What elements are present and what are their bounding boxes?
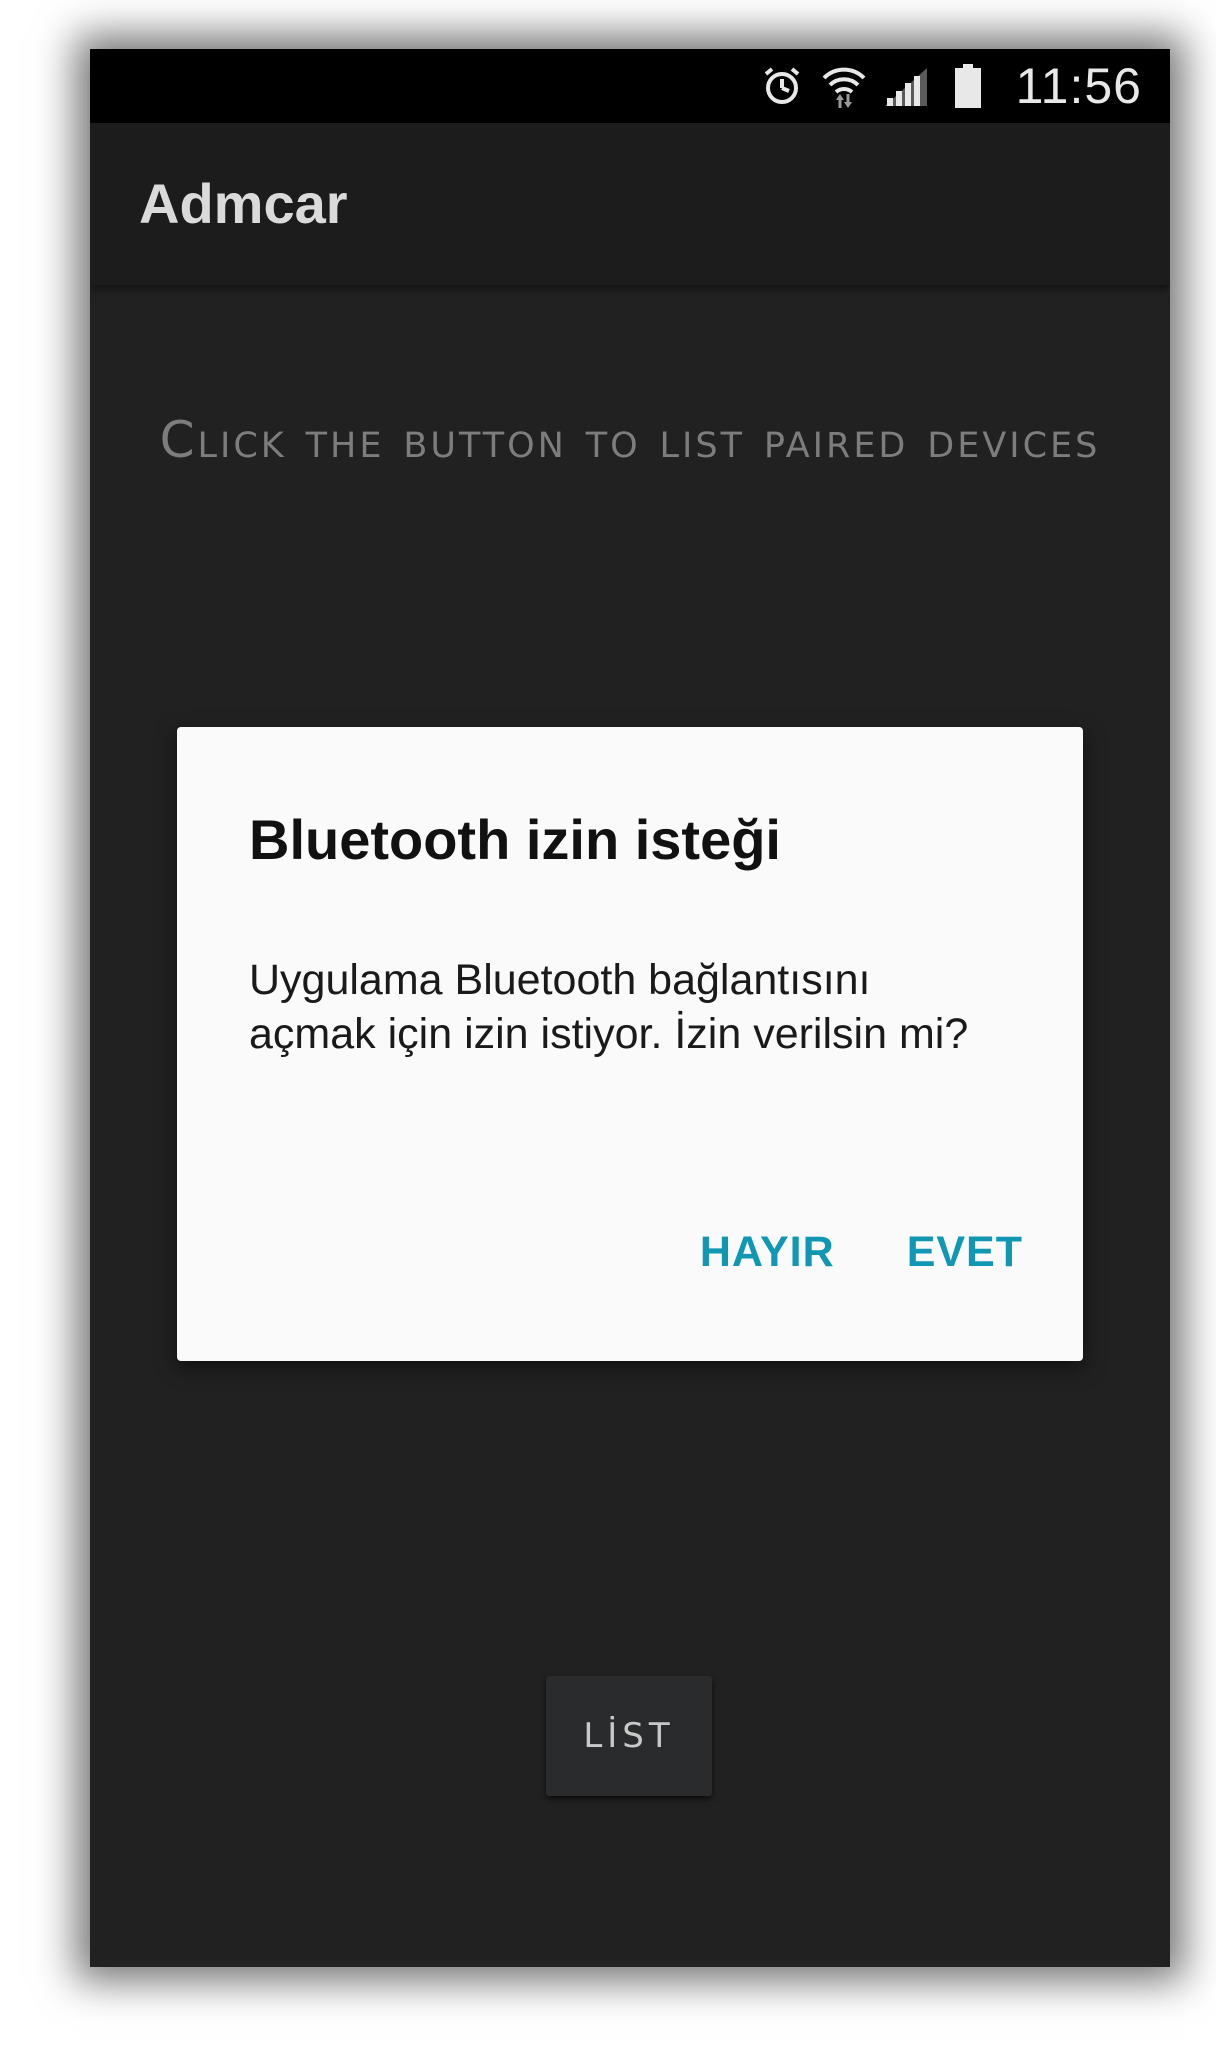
- dialog-message: Uygulama Bluetooth bağlantısını açmak iç…: [249, 956, 969, 1058]
- dialog-title: Bluetooth izin isteği: [249, 808, 781, 871]
- wifi-icon: [820, 62, 868, 110]
- app-title: Admcar: [139, 172, 348, 235]
- status-icons: 11:56: [758, 49, 1142, 123]
- status-bar: 11:56: [90, 49, 1170, 123]
- page: 11:56 Admcar Click the button to list pa…: [0, 0, 1216, 2049]
- alarm-icon: [758, 62, 806, 110]
- signal-icon: [882, 62, 930, 110]
- instruction-text: Click the button to list paired devices: [159, 411, 1101, 469]
- app-bar: Admcar: [90, 123, 1170, 285]
- allow-button[interactable]: EVET: [907, 1228, 1023, 1277]
- deny-button[interactable]: HAYIR: [700, 1228, 835, 1277]
- battery-icon: [944, 62, 992, 110]
- phone-screen: 11:56 Admcar Click the button to list pa…: [90, 49, 1170, 1967]
- list-button[interactable]: LİST: [546, 1676, 712, 1796]
- dialog-actions: HAYIR EVET: [700, 1228, 1023, 1277]
- status-time: 11:56: [1015, 58, 1142, 114]
- bluetooth-permission-dialog: Bluetooth izin isteği Uygulama Bluetooth…: [177, 727, 1083, 1361]
